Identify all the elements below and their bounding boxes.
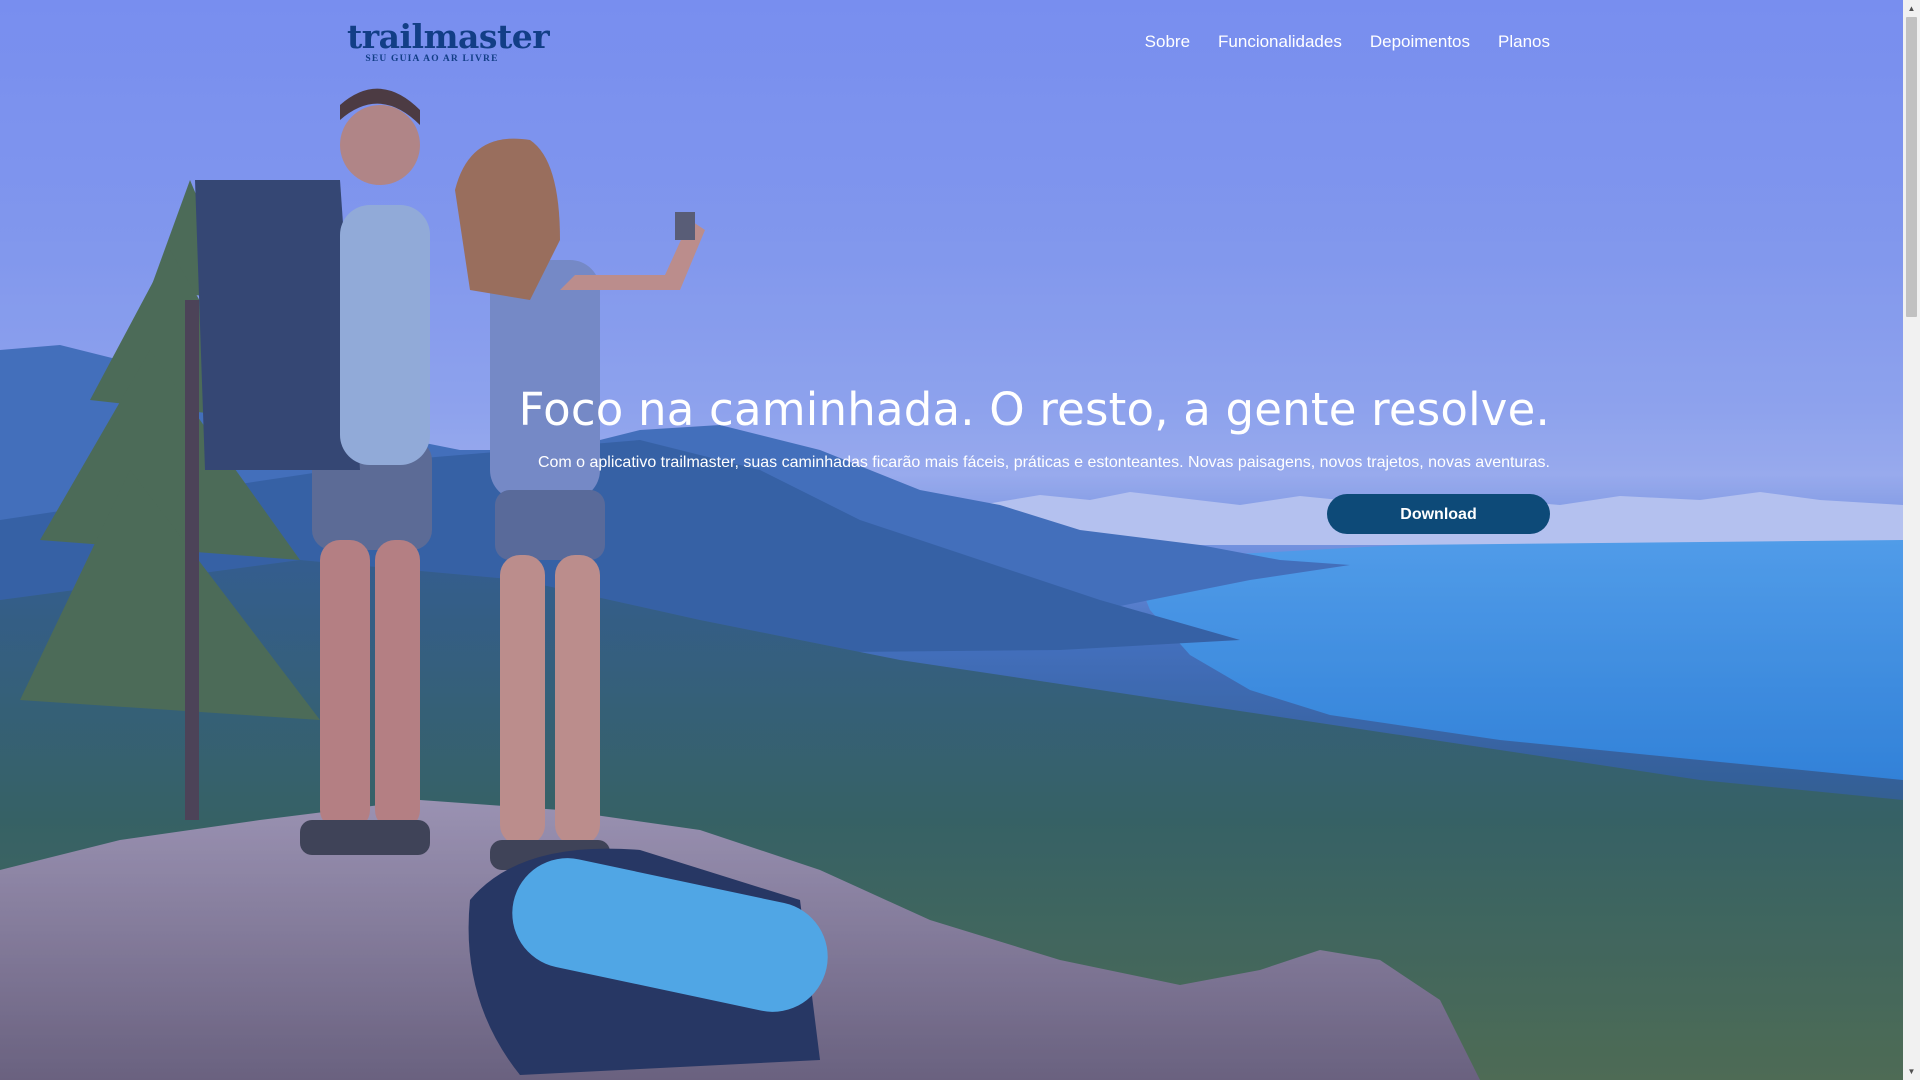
nav-item-funcionalidades[interactable]: Funcionalidades <box>1218 30 1342 54</box>
hero-copy: Foco na caminhada. O resto, a gente reso… <box>519 380 1550 534</box>
page: trailmaster SEU GUIA AO AR LIVRE Sobre F… <box>0 0 1920 1080</box>
brand-tagline: SEU GUIA AO AR LIVRE <box>365 54 499 64</box>
hero-background-image <box>0 88 1903 1080</box>
hero-headline: Foco na caminhada. O resto, a gente reso… <box>518 383 1550 436</box>
scrollbar-thumb[interactable] <box>1906 17 1917 317</box>
brand-logo[interactable]: trailmaster SEU GUIA AO AR LIVRE <box>347 17 550 65</box>
nav-item-depoimentos[interactable]: Depoimentos <box>1370 30 1470 54</box>
vertical-scrollbar[interactable]: ▲ ▼ <box>1903 0 1920 1080</box>
scroll-up-arrow-icon[interactable]: ▲ <box>1903 0 1920 17</box>
hero-section: trailmaster SEU GUIA AO AR LIVRE Sobre F… <box>0 0 1903 1080</box>
nav-item-planos[interactable]: Planos <box>1498 30 1550 54</box>
download-button[interactable]: Download <box>1327 494 1550 534</box>
brand-name: trailmaster <box>347 17 550 56</box>
hero-subline: Com o aplicativo trailmaster, suas camin… <box>537 454 1550 471</box>
main-nav: Sobre Funcionalidades Depoimentos Planos <box>1145 30 1550 54</box>
nav-item-sobre[interactable]: Sobre <box>1145 30 1190 54</box>
scroll-down-arrow-icon[interactable]: ▼ <box>1903 1063 1920 1080</box>
